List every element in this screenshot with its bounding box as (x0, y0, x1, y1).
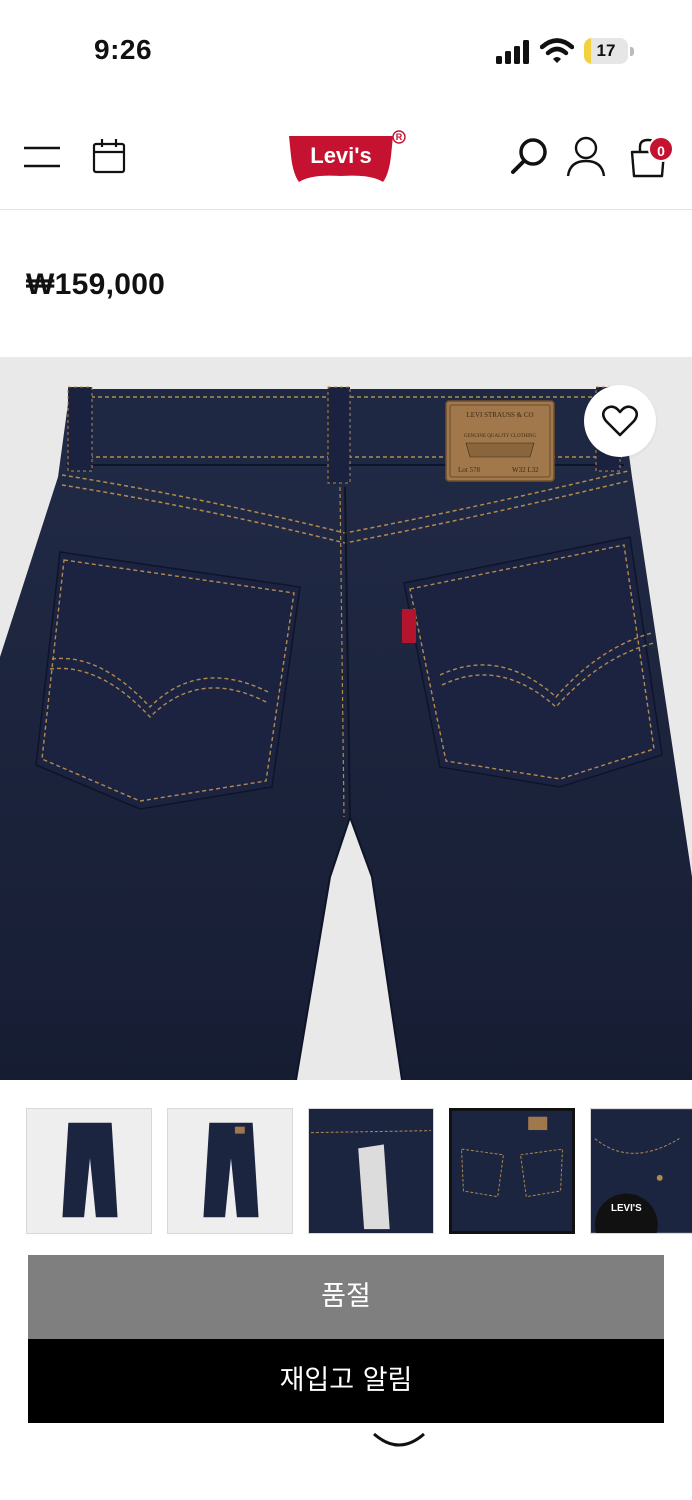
account-icon[interactable] (566, 135, 606, 177)
svg-text:R: R (396, 132, 403, 142)
wishlist-button[interactable] (584, 385, 656, 457)
chevron-down-icon[interactable] (372, 1430, 426, 1450)
product-price: ₩159,000 (26, 268, 166, 301)
product-main-image[interactable]: LEVI STRAUSS & CO GENUINE QUALITY CLOTHI… (0, 357, 692, 1080)
battery-level: 17 (596, 41, 616, 60)
patch-size: W32 L32 (512, 466, 539, 474)
status-time: 9:26 (94, 34, 153, 65)
logo-text: Levi's (310, 143, 372, 168)
cart-count-badge: 0 (648, 136, 674, 162)
jeans-back-illustration: LEVI STRAUSS & CO GENUINE QUALITY CLOTHI… (0, 386, 692, 1080)
calendar-icon[interactable] (92, 138, 126, 174)
cellular-signal-icon (496, 40, 529, 64)
patch-line2: GENUINE QUALITY CLOTHING (464, 434, 537, 439)
levis-logo[interactable]: Levi's R (287, 130, 407, 186)
battery-icon: 17 (584, 38, 634, 64)
purchase-action-bar: 품절 재입고 알림 (28, 1255, 664, 1423)
heart-icon (602, 405, 638, 437)
restock-notify-button[interactable]: 재입고 알림 (28, 1339, 664, 1423)
hamburger-menu-icon[interactable] (24, 142, 60, 172)
patch-line1: LEVI STRAUSS & CO (466, 411, 533, 419)
status-bar: 9:26 17 (0, 0, 692, 100)
levis-badge-text: LEVI'S (611, 1203, 642, 1214)
thumbnail-front-full[interactable] (26, 1108, 152, 1234)
app-header: Levi's R (0, 100, 692, 210)
search-icon[interactable] (510, 136, 550, 176)
thumbnail-back-full[interactable] (167, 1108, 293, 1234)
thumbnail-fly-detail[interactable] (308, 1108, 434, 1234)
wifi-icon (540, 38, 574, 63)
thumbnail-front-pocket-detail[interactable]: LEVI'S (590, 1108, 692, 1234)
thumbnail-back-pocket-detail[interactable] (449, 1108, 575, 1234)
sold-out-button[interactable]: 품절 (28, 1255, 664, 1339)
patch-lot: Lot 578 (458, 466, 480, 474)
